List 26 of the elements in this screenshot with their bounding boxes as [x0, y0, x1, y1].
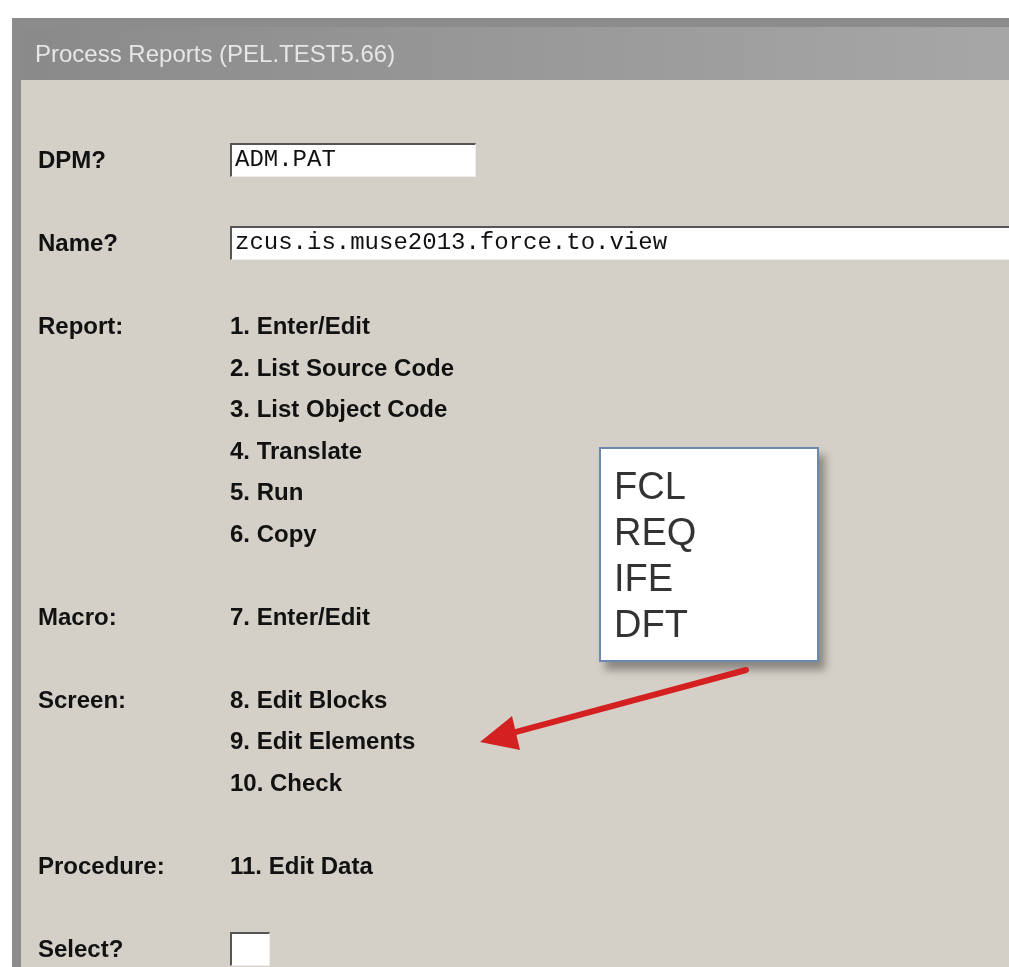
menu-option[interactable]: 10. Check: [230, 761, 343, 803]
menu-option[interactable]: 5. Run: [230, 471, 304, 513]
menu-option[interactable]: 9. Edit Elements: [230, 720, 416, 762]
menu-option[interactable]: 4. Translate: [230, 429, 363, 471]
menu-option[interactable]: 2. List Source Code: [230, 346, 455, 388]
menu-option[interactable]: 3. List Object Code: [230, 388, 448, 430]
menu-option[interactable]: 6. Copy: [230, 512, 317, 554]
select-field[interactable]: [230, 931, 270, 966]
callout-text: REQ: [614, 510, 697, 555]
menu-option[interactable]: 8. Edit Blocks: [230, 678, 388, 720]
menu-option[interactable]: 1. Enter/Edit: [230, 305, 371, 347]
field-label: DPM?: [38, 145, 106, 175]
input-field[interactable]: zcus.is.muse2013.force.to.view: [230, 226, 1009, 260]
menu-option[interactable]: 7. Enter/Edit: [230, 595, 371, 637]
window-title: Process Reports (PEL.TEST5.66): [21, 27, 1009, 80]
callout-text: FCL: [614, 464, 686, 509]
field-label: Name?: [38, 228, 119, 258]
callout-text: DFT: [614, 602, 688, 647]
field-label: Select?: [38, 933, 124, 964]
section-label: Procedure:: [38, 850, 165, 881]
section-label: Macro:: [38, 601, 117, 632]
input-field[interactable]: ADM.PAT: [230, 143, 476, 177]
section-label: Screen:: [38, 684, 127, 715]
menu-option[interactable]: 11. Edit Data: [230, 844, 373, 886]
callout-text: IFE: [614, 556, 674, 601]
section-label: Report:: [38, 311, 124, 341]
